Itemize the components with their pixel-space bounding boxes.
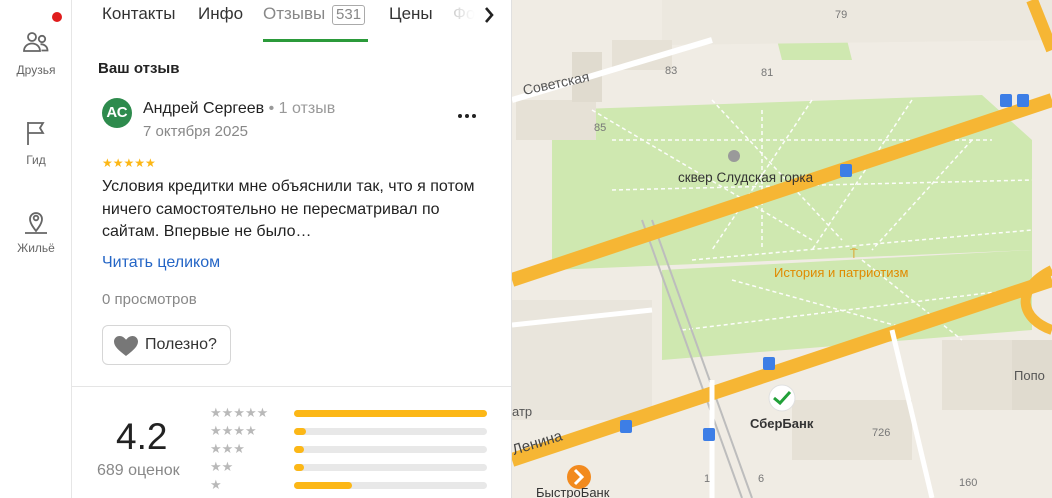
heart-icon (114, 336, 138, 356)
more-options-button[interactable] (454, 103, 480, 125)
sberbank-logo-icon[interactable] (768, 384, 796, 412)
map-label-square: сквер Слудская горка (678, 170, 814, 185)
map[interactable]: ⍑ Советская Ленина сквер Слудская горка … (512, 0, 1052, 498)
rail-item-friends[interactable]: Друзья (0, 28, 72, 77)
review-stars: ★★★★★ (102, 156, 156, 170)
dist-stars: ★★★★ (210, 423, 257, 438)
divider (72, 386, 511, 387)
review-date: 7 октября 2025 (143, 123, 248, 140)
dist-stars: ★ (210, 477, 222, 492)
rating-row-3: ★★★ (210, 441, 490, 457)
app-window: Друзья Гид Жильё Контакты Инфо Отзывы 53… (0, 0, 1052, 498)
house-number: 160 (959, 477, 977, 489)
poi-label-bystrobank[interactable]: БыстроБанк (536, 485, 610, 498)
tab-bar: Контакты Инфо Отзывы 531 Цены Фо (72, 0, 511, 44)
friends-icon (23, 32, 49, 52)
tab-prices[interactable]: Цены (389, 4, 433, 24)
reviews-count-badge: 531 (332, 5, 366, 25)
dist-stars: ★★★★★ (210, 405, 269, 420)
house-number: 1 (704, 473, 710, 485)
dist-track (294, 482, 487, 489)
avatar[interactable]: АС (102, 98, 132, 128)
house-number: 81 (761, 67, 773, 79)
author-review-count: 1 отзыв (278, 100, 336, 117)
section-title: Ваш отзыв (98, 60, 180, 77)
rating-count: 689 оценок (97, 462, 180, 479)
tab-reviews[interactable]: Отзывы 531 (263, 4, 366, 25)
poi-label-sberbank[interactable]: СберБанк (750, 416, 814, 431)
dist-fill (294, 482, 352, 489)
tab-reviews-label: Отзывы (263, 4, 326, 23)
tab-contacts[interactable]: Контакты (102, 4, 175, 24)
notification-dot (52, 12, 62, 22)
rating-row-2: ★★ (210, 459, 490, 475)
views-count: 0 просмотров (102, 291, 197, 308)
house-number: 85 (594, 122, 606, 134)
author-name: Андрей Сергеев (143, 100, 265, 117)
dist-track (294, 464, 487, 471)
dist-fill (294, 464, 304, 471)
dist-fill (294, 446, 304, 453)
left-rail: Друзья Гид Жильё (0, 0, 72, 498)
house-number: 79 (835, 9, 847, 21)
rail-label-guide: Гид (26, 153, 46, 167)
poi-label-theatre[interactable]: атр (512, 404, 532, 419)
house-number: 83 (665, 65, 677, 77)
rail-item-housing[interactable]: Жильё (0, 206, 72, 255)
map-label-square-text: сквер Слудская горка (678, 170, 814, 185)
poi-label-popov[interactable]: Попо (1014, 368, 1045, 383)
dist-track (294, 410, 487, 417)
dist-fill (294, 428, 306, 435)
dist-stars: ★★★ (210, 441, 245, 456)
flag-icon (27, 122, 45, 145)
tabs-next-button[interactable] (476, 2, 504, 30)
dist-fill (294, 410, 487, 417)
dist-track (294, 428, 487, 435)
poi-history-marker-icon[interactable]: ⍑ (850, 246, 858, 261)
rail-item-guide[interactable]: Гид (0, 118, 72, 167)
read-more-link[interactable]: Читать целиком (102, 254, 220, 272)
review-author[interactable]: Андрей Сергеев • 1 отзыв (143, 100, 335, 118)
house-number: 726 (872, 427, 890, 439)
dist-stars: ★★ (210, 459, 234, 474)
author-separator: • (268, 100, 279, 117)
rail-label-housing: Жильё (17, 241, 55, 255)
useful-button[interactable]: Полезно? (102, 325, 231, 365)
housing-icon (25, 212, 47, 234)
rating-row-4: ★★★★ (210, 423, 490, 439)
dist-track (294, 446, 487, 453)
house-number: 6 (758, 473, 764, 485)
chevron-right-icon (485, 7, 494, 23)
tab-info[interactable]: Инфо (198, 4, 243, 24)
useful-label: Полезно? (145, 336, 217, 353)
rating-row-1: ★ (210, 477, 490, 493)
map-canvas[interactable]: ⍑ Советская Ленина сквер Слудская горка … (512, 0, 1052, 498)
active-tab-underline (263, 39, 368, 42)
poi-label-history[interactable]: История и патриотизм (774, 265, 908, 280)
rail-label-friends: Друзья (16, 63, 56, 77)
more-dots-icon (458, 114, 476, 118)
rating-row-5: ★★★★★ (210, 405, 490, 421)
rating-value: 4.2 (116, 416, 168, 457)
review-text: Условия кредитки мне объяснили так, что … (102, 178, 475, 240)
org-panel: Контакты Инфо Отзывы 531 Цены Фо Ваш отз… (72, 0, 512, 498)
park-marker-icon[interactable] (728, 150, 740, 162)
